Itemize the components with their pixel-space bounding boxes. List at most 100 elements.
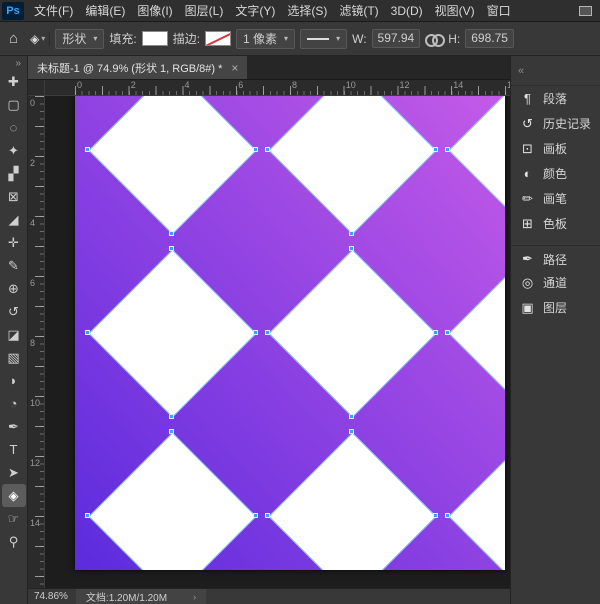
panel-tab-6[interactable]: ✒路径: [511, 245, 600, 270]
path-anchor-point[interactable]: [433, 147, 438, 152]
brush-tool[interactable]: ✎: [2, 254, 26, 277]
diamond-shape[interactable]: [268, 432, 436, 570]
path-selection-tool[interactable]: ➤: [2, 461, 26, 484]
document-tab[interactable]: 未标题-1 @ 74.9% (形状 1, RGB/8#) * ×: [28, 56, 247, 79]
eyedropper-tool[interactable]: ◢: [2, 208, 26, 231]
dodge-tool[interactable]: ◔: [2, 392, 26, 415]
panel-tab-7[interactable]: ◎通道: [511, 270, 600, 295]
panel-tab-4[interactable]: ✏画笔: [511, 186, 600, 211]
menu-item-8[interactable]: 视图(V): [429, 0, 481, 22]
eraser-tool[interactable]: ◪: [2, 323, 26, 346]
document-canvas[interactable]: [75, 96, 505, 570]
path-anchor-point[interactable]: [349, 414, 354, 419]
diamond-shape[interactable]: [448, 432, 505, 570]
path-anchor-point[interactable]: [85, 330, 90, 335]
link-dimensions-icon[interactable]: [425, 33, 443, 45]
diamond-shape[interactable]: [268, 96, 436, 234]
panel-tab-2[interactable]: ⊡画板: [511, 136, 600, 161]
path-anchor-point[interactable]: [265, 330, 270, 335]
document-info-box: 文档:1.20M/1.20M ›: [76, 589, 206, 604]
path-anchor-point[interactable]: [169, 414, 174, 419]
menu-item-6[interactable]: 滤镜(T): [333, 0, 384, 22]
healing-brush-tool[interactable]: ✛: [2, 231, 26, 254]
pen-tool[interactable]: ✒: [2, 415, 26, 438]
path-anchor-point[interactable]: [349, 246, 354, 251]
menu-item-4[interactable]: 文字(Y): [229, 0, 281, 22]
path-anchor-point[interactable]: [253, 147, 258, 152]
path-anchor-point[interactable]: [265, 147, 270, 152]
path-anchor-point[interactable]: [169, 231, 174, 236]
home-icon[interactable]: ⌂: [6, 30, 21, 47]
menu-item-0[interactable]: 文件(F): [28, 0, 79, 22]
path-anchor-point[interactable]: [349, 429, 354, 434]
crop-tool[interactable]: ▞: [2, 162, 26, 185]
panel-tab-1[interactable]: ↺历史记录: [511, 111, 600, 136]
frame-tool[interactable]: ⊠: [2, 185, 26, 208]
status-chevron-icon[interactable]: ›: [193, 592, 196, 602]
panel-icon: ▣: [520, 300, 535, 316]
menu-item-9[interactable]: 窗口: [481, 0, 517, 22]
marquee-tool[interactable]: ▢: [2, 93, 26, 116]
panel-tab-5[interactable]: ⊞色板: [511, 211, 600, 236]
panel-tab-0[interactable]: ¶段落: [511, 86, 600, 111]
tab-close-icon[interactable]: ×: [231, 61, 238, 75]
path-anchor-point[interactable]: [253, 513, 258, 518]
path-anchor-point[interactable]: [169, 246, 174, 251]
vertical-ruler[interactable]: 02468101214: [28, 96, 45, 588]
hand-tool[interactable]: ☞: [2, 507, 26, 530]
document-size-info: 文档:1.20M/1.20M: [86, 589, 167, 604]
expand-panels-button[interactable]: «: [511, 56, 600, 86]
ruler-mark: 2: [30, 158, 35, 168]
menu-item-7[interactable]: 3D(D): [385, 0, 429, 22]
toolbar-collapse-button[interactable]: »: [15, 57, 27, 70]
menu-item-1[interactable]: 编辑(E): [79, 0, 131, 22]
stroke-width-value: 1 像素: [243, 30, 277, 47]
path-anchor-point[interactable]: [445, 147, 450, 152]
path-anchor-point[interactable]: [85, 147, 90, 152]
shape-tool-preset-button[interactable]: ◈ ▾: [26, 32, 50, 46]
stroke-swatch[interactable]: [205, 31, 231, 46]
menu-item-5[interactable]: 选择(S): [281, 0, 333, 22]
diamond-shape[interactable]: [88, 249, 256, 417]
path-anchor-point[interactable]: [85, 513, 90, 518]
panel-tab-8[interactable]: ▣图层: [511, 295, 600, 320]
path-anchor-point[interactable]: [253, 330, 258, 335]
panel-tab-3[interactable]: ◐颜色: [511, 161, 600, 186]
shape-tool[interactable]: ◈: [2, 484, 26, 507]
diamond-shape[interactable]: [88, 96, 256, 234]
tool-mode-select[interactable]: 形状 ▾: [55, 29, 104, 49]
diamond-shape[interactable]: [88, 432, 256, 570]
fill-label: 填充:: [109, 30, 136, 47]
quick-selection-tool[interactable]: ✦: [2, 139, 26, 162]
diamond-shape[interactable]: [448, 249, 505, 417]
window-controls-icon[interactable]: [579, 6, 592, 16]
diamond-shape[interactable]: [268, 249, 436, 417]
path-anchor-point[interactable]: [445, 513, 450, 518]
type-tool[interactable]: T: [2, 438, 26, 461]
path-anchor-point[interactable]: [169, 429, 174, 434]
width-input[interactable]: 597.94: [372, 29, 421, 48]
height-input[interactable]: 698.75: [465, 29, 514, 48]
stroke-width-select[interactable]: 1 像素 ▾: [236, 29, 295, 49]
lasso-tool[interactable]: ◌: [2, 116, 26, 139]
panel-icon: ◎: [520, 275, 535, 291]
path-anchor-point[interactable]: [433, 330, 438, 335]
path-anchor-point[interactable]: [433, 513, 438, 518]
blur-tool[interactable]: ◗: [2, 369, 26, 392]
stroke-type-select[interactable]: ▾: [300, 29, 347, 49]
diamond-shape[interactable]: [448, 96, 505, 234]
clone-stamp-tool[interactable]: ⊕: [2, 277, 26, 300]
fill-swatch[interactable]: [142, 31, 168, 46]
path-anchor-point[interactable]: [265, 513, 270, 518]
move-tool[interactable]: ✚: [2, 70, 26, 93]
menu-item-3[interactable]: 图层(L): [179, 0, 230, 22]
menu-item-2[interactable]: 图像(I): [131, 0, 178, 22]
document-tab-title: 未标题-1 @ 74.9% (形状 1, RGB/8#) *: [37, 60, 222, 76]
horizontal-ruler[interactable]: 0246810121416: [45, 80, 510, 96]
zoom-tool[interactable]: ⚲: [2, 530, 26, 553]
path-anchor-point[interactable]: [349, 231, 354, 236]
history-brush-tool[interactable]: ↺: [2, 300, 26, 323]
gradient-tool[interactable]: ▧: [2, 346, 26, 369]
path-anchor-point[interactable]: [445, 330, 450, 335]
zoom-level-input[interactable]: 74.86%: [28, 591, 76, 602]
